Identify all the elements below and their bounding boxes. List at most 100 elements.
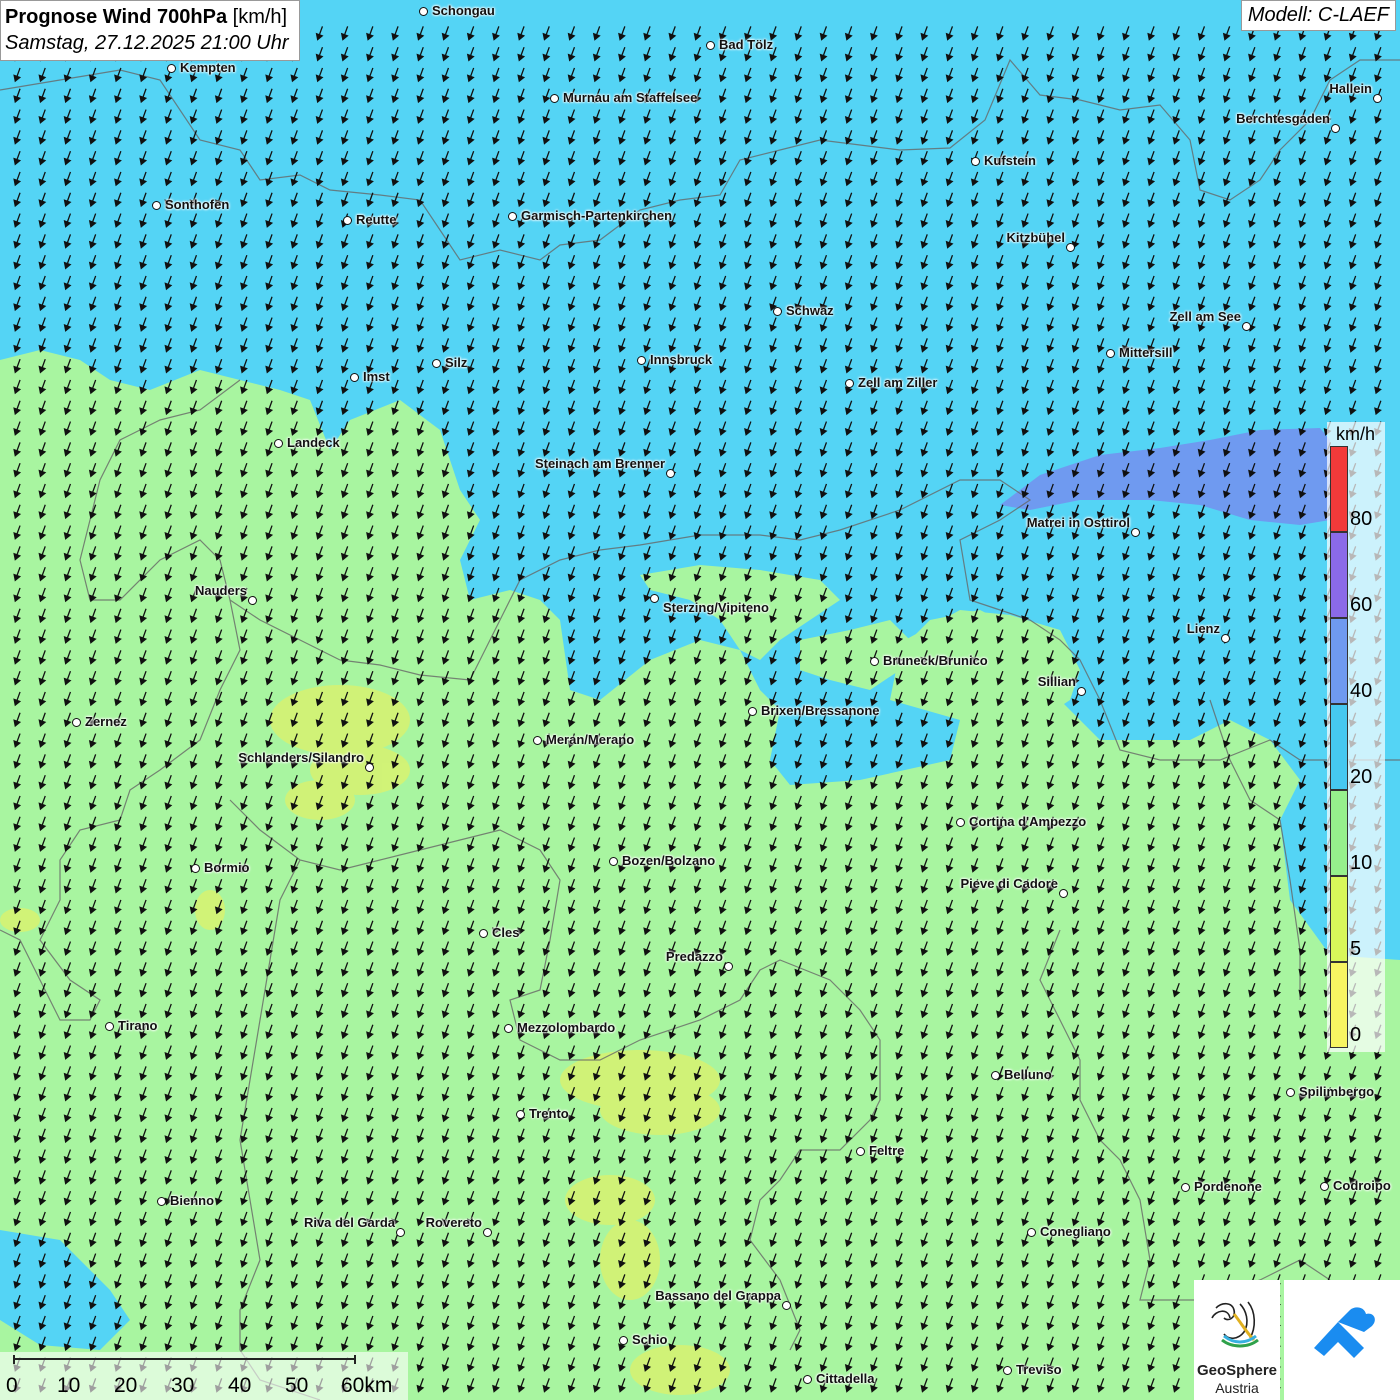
wind-arrow — [1020, 649, 1030, 664]
wind-arrow — [1096, 1024, 1106, 1039]
wind-arrow — [995, 649, 1005, 664]
wind-arrow — [1197, 941, 1207, 956]
wind-arrow — [1197, 379, 1207, 394]
wind-arrow — [617, 712, 627, 727]
wind-arrow — [516, 25, 526, 40]
wind-arrow — [164, 941, 174, 956]
wind-arrow — [592, 379, 602, 394]
wind-arrow — [441, 920, 451, 935]
wind-arrow — [1046, 171, 1056, 186]
wind-arrow — [491, 462, 501, 477]
wind-arrow — [920, 1232, 930, 1247]
wind-arrow — [1222, 337, 1232, 352]
wind-arrow — [113, 982, 123, 997]
city-dot — [845, 379, 854, 388]
wind-arrow — [466, 462, 476, 477]
wind-arrow — [894, 899, 904, 914]
wind-arrow — [945, 67, 955, 82]
wind-arrow — [995, 88, 1005, 103]
wind-arrow — [88, 67, 98, 82]
wind-arrow — [920, 192, 930, 207]
wind-arrow — [945, 1024, 955, 1039]
wind-arrow — [88, 920, 98, 935]
wind-arrow — [466, 1232, 476, 1247]
wind-arrow — [1298, 816, 1308, 831]
wind-arrow — [390, 1128, 400, 1143]
wind-arrow — [1323, 358, 1333, 373]
wind-arrow — [693, 337, 703, 352]
wind-arrow — [12, 483, 22, 498]
wind-arrow — [491, 941, 501, 956]
city-dot — [1331, 124, 1340, 133]
wind-arrow — [668, 1190, 678, 1205]
wind-arrow — [290, 1065, 300, 1080]
wind-arrow — [164, 545, 174, 560]
wind-arrow — [1071, 358, 1081, 373]
wind-arrow — [995, 192, 1005, 207]
wind-arrow — [1298, 1253, 1308, 1268]
wind-arrow — [88, 691, 98, 706]
wind-arrow — [113, 1086, 123, 1101]
city-dot — [248, 596, 257, 605]
wind-arrow — [1373, 233, 1383, 248]
wind-arrow — [768, 1149, 778, 1164]
wind-arrow — [1071, 1336, 1081, 1351]
wind-arrow — [1197, 982, 1207, 997]
wind-arrow — [113, 109, 123, 124]
wind-arrow — [995, 712, 1005, 727]
wind-arrow — [794, 233, 804, 248]
wind-arrow — [894, 525, 904, 540]
wind-arrow — [920, 982, 930, 997]
wind-arrow — [416, 379, 426, 394]
wind-arrow — [1046, 941, 1056, 956]
wind-arrow — [1298, 982, 1308, 997]
wind-arrow — [1222, 982, 1232, 997]
wind-arrow — [88, 1190, 98, 1205]
wind-arrow — [138, 129, 148, 144]
wind-arrow — [542, 753, 552, 768]
wind-arrow — [189, 566, 199, 581]
wind-arrow — [315, 358, 325, 373]
wind-arrow — [138, 462, 148, 477]
wind-arrow — [668, 649, 678, 664]
wind-arrow — [617, 1107, 627, 1122]
wind-arrow — [466, 1128, 476, 1143]
wind-arrow — [290, 254, 300, 269]
wind-arrow — [88, 878, 98, 893]
wind-arrow — [491, 504, 501, 519]
wind-arrow — [1298, 1149, 1308, 1164]
wind-arrow — [290, 1003, 300, 1018]
wind-arrow — [945, 629, 955, 644]
wind-arrow — [164, 358, 174, 373]
legend-band — [1330, 618, 1348, 704]
wind-arrow — [264, 462, 274, 477]
wind-arrow — [995, 733, 1005, 748]
wind-arrow — [491, 109, 501, 124]
wind-arrow — [869, 1357, 879, 1372]
wind-arrow — [63, 1107, 73, 1122]
wind-arrow — [1222, 421, 1232, 436]
wind-arrow — [88, 629, 98, 644]
wind-arrow — [491, 670, 501, 685]
wind-arrow — [138, 878, 148, 893]
wind-arrow — [894, 712, 904, 727]
wind-arrow — [239, 712, 249, 727]
wind-arrow — [768, 1169, 778, 1184]
wind-arrow — [12, 920, 22, 935]
wind-arrow — [844, 1273, 854, 1288]
wind-arrow — [819, 525, 829, 540]
wind-arrow — [542, 982, 552, 997]
wind-arrow — [491, 1211, 501, 1226]
wind-arrow — [340, 192, 350, 207]
wind-arrow — [693, 712, 703, 727]
wind-arrow — [542, 795, 552, 810]
wind-arrow — [794, 462, 804, 477]
wind-arrow — [642, 1315, 652, 1330]
wind-arrow — [1348, 1253, 1358, 1268]
wind-arrow — [869, 899, 879, 914]
wind-arrow — [1146, 379, 1156, 394]
wind-arrow — [542, 109, 552, 124]
wind-arrow — [466, 545, 476, 560]
wind-arrow — [63, 358, 73, 373]
wind-arrow — [1172, 275, 1182, 290]
